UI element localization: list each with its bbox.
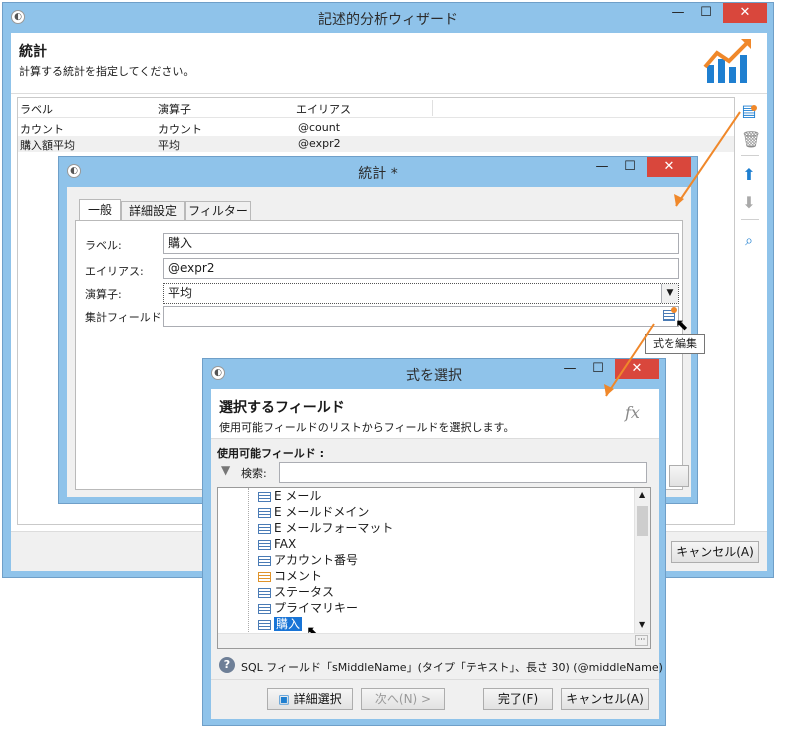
linked-field-icon [258,507,271,518]
tree-icon: ▣ [278,692,294,706]
list-item[interactable]: アカウント番号 [258,552,358,568]
list-item[interactable]: ステータス [258,584,334,600]
edit-expression-badge [671,307,677,313]
expression-dialog: ◐ 式を選択 — ☐ ✕ 選択するフィールド 使用可能フィールドのリストからフィ… [202,358,666,726]
advanced-select-button[interactable]: ▣ 詳細選択 [267,688,353,710]
memo-field-icon [258,571,271,582]
finish-button[interactable]: 完了(F) [483,688,553,710]
field-icon [258,619,271,630]
fx-icon: fx [625,403,640,422]
list-item[interactable]: コメント [258,568,322,584]
scrollbar-thumb[interactable] [637,506,648,536]
wizard-title: 記述的分析ウィザード [318,12,458,28]
search-caption: 検索: [241,467,267,480]
list-item[interactable]: E メールドメイン [258,504,369,520]
list-item-selected[interactable]: 購入 [258,616,303,632]
vertical-scrollbar[interactable]: ▲ ▼ [634,488,650,633]
search-icon[interactable]: ⌕ [741,233,757,249]
statistics-titlebar[interactable]: ◐ 統計 * — ☐ ✕ [59,157,697,185]
move-down-icon[interactable]: ⬇ [741,195,757,211]
alias-caption: エイリアス: [85,265,144,278]
maximize-button[interactable]: ☐ [617,157,643,177]
close-button[interactable]: ✕ [723,3,767,23]
operator-select[interactable]: 平均 ▼ [163,283,679,304]
cursor-icon: ⬉ [675,315,689,334]
minimize-button[interactable]: — [557,359,583,379]
column-header-operator[interactable]: 演算子 [158,101,191,117]
operator-value: 平均 [168,286,193,300]
chart-growth-icon [703,39,751,83]
field-icon [258,555,271,566]
minimize-button[interactable]: — [665,3,691,23]
wizard-heading: 統計 [19,44,47,60]
maximize-button[interactable]: ☐ [585,359,611,379]
field-icon [258,523,271,534]
list-item[interactable]: FAX [258,536,296,552]
tab-advanced[interactable]: 詳細設定 [121,201,185,221]
field-tree[interactable]: E メール E メールドメイン E メールフォーマット FAX アカウント番号 … [217,487,651,649]
expression-titlebar[interactable]: ◐ 式を選択 — ☐ ✕ [203,359,665,387]
expression-heading: 選択するフィールド [219,400,345,416]
aggregate-field-input[interactable] [163,306,679,327]
next-button[interactable]: 次へ(N) > [361,688,445,710]
table-row[interactable]: 購入額平均 平均 @expr2 [18,136,734,152]
wizard-cancel-button[interactable]: キャンセル(A) [671,541,759,563]
help-icon: ? [219,657,235,673]
delete-icon[interactable]: 🗑 [741,132,761,148]
field-caption: 集計フィールド: [85,311,166,324]
table-row[interactable]: カウント カウント @count [18,120,734,136]
header-divider [11,93,767,94]
more-icon[interactable]: ··· [635,635,648,646]
minimize-button[interactable]: — [589,157,615,177]
available-fields-caption: 使用可能フィールド : [217,447,325,460]
list-item[interactable]: E メールフォーマット [258,520,393,536]
alias-input[interactable]: @expr2 [163,258,679,279]
search-input[interactable] [279,462,647,483]
field-icon [258,491,271,502]
expression-subheading: 使用可能フィールドのリストからフィールドを選択します。 [219,421,515,434]
close-button[interactable]: ✕ [647,157,691,177]
operator-caption: 演算子: [85,288,122,301]
maximize-button[interactable]: ☐ [693,3,719,23]
edit-expression-tooltip: 式を編集 [645,334,705,354]
label-input[interactable]: 購入 [163,233,679,254]
tab-general[interactable]: 一般 [79,199,121,221]
label-caption: ラベル: [85,239,122,252]
expression-client: 選択するフィールド 使用可能フィールドのリストからフィールドを選択します。 fx… [211,389,663,719]
filter-icon: ▼ [221,463,231,477]
list-header: ラベル 演算子 エイリアス [18,98,734,118]
chevron-down-icon[interactable]: ▼ [661,284,678,303]
field-icon [258,539,271,550]
statistics-hidden-button[interactable] [669,465,689,487]
column-header-label[interactable]: ラベル [20,101,53,117]
field-info: SQL フィールド「sMiddleName」(タイプ「テキスト」、長さ 30) … [241,661,663,674]
wizard-titlebar[interactable]: ◐ 記述的分析ウィザード — ☐ ✕ [3,3,773,31]
wizard-subheading: 計算する統計を指定してください。 [19,65,195,78]
field-icon [258,587,271,598]
list-item[interactable]: プライマリキー [258,600,358,616]
picker-cancel-button[interactable]: キャンセル(A) [561,688,649,710]
column-header-alias[interactable]: エイリアス [296,101,351,117]
close-button[interactable]: ✕ [615,359,659,379]
tab-filter[interactable]: フィルター [185,201,251,221]
list-item[interactable]: E メール [258,488,321,504]
key-field-icon [258,603,271,614]
move-up-icon[interactable]: ⬆ [741,167,757,183]
